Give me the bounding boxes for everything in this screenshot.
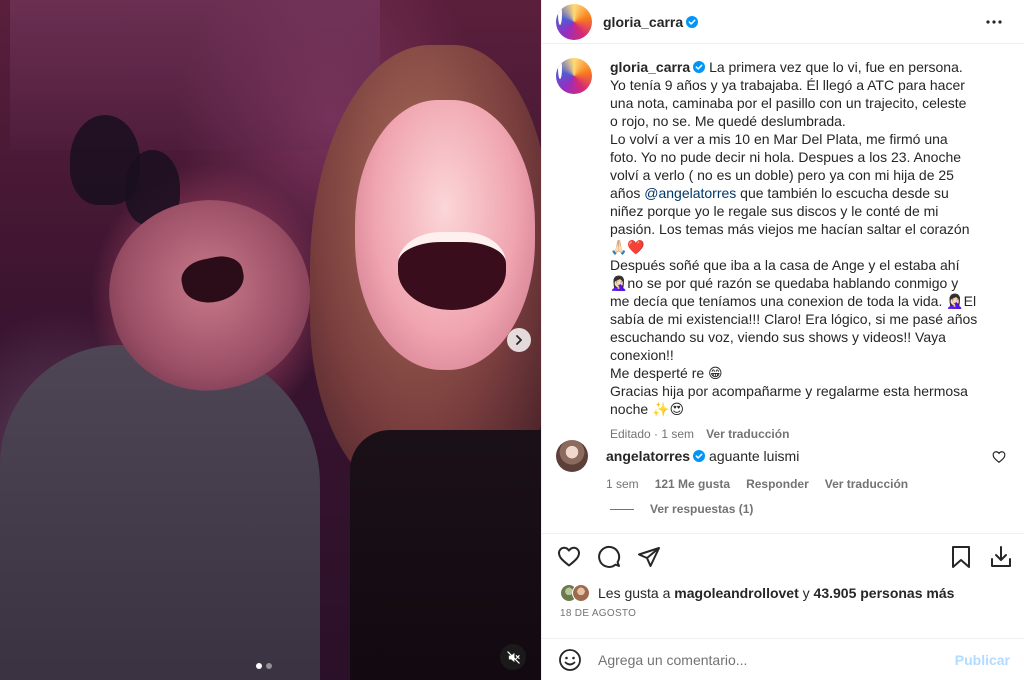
edited-label: Editado bbox=[610, 427, 651, 441]
heart-icon bbox=[558, 546, 580, 567]
post-media[interactable] bbox=[0, 0, 541, 680]
chevron-right-icon bbox=[516, 335, 522, 345]
comment-item: angelatorres aguante luismi 1 sem 121 Me … bbox=[556, 440, 1012, 493]
likes-count-link[interactable]: 43.905 personas más bbox=[814, 585, 955, 601]
comment-button[interactable] bbox=[596, 544, 622, 570]
liker-avatars[interactable] bbox=[560, 584, 590, 602]
post-sidebar: gloria_carra gloria_carra La primera vez… bbox=[541, 0, 1024, 680]
verified-badge-icon bbox=[693, 450, 706, 462]
post-date[interactable]: 18 DE AGOSTO bbox=[560, 608, 636, 619]
more-dots-icon bbox=[986, 19, 1002, 24]
caption-paragraph: Gracias hija por acompañarme y regalarme… bbox=[610, 382, 978, 418]
speaker-muted-icon bbox=[506, 650, 520, 664]
comment-likes-link[interactable]: 121 Me gusta bbox=[655, 475, 730, 493]
likes-middle: y bbox=[802, 585, 810, 601]
view-replies-button[interactable]: Ver respuestas (1) bbox=[610, 502, 753, 516]
comment-translate-link[interactable]: Ver traducción bbox=[825, 475, 908, 493]
comment-text: aguante luismi bbox=[709, 448, 800, 464]
comment-line: angelatorres aguante luismi bbox=[606, 447, 1012, 465]
photo-subject-right-top bbox=[350, 430, 541, 680]
caption-paragraph: Me desperté re 😁 bbox=[610, 364, 978, 382]
verified-badge-icon bbox=[693, 61, 706, 73]
photo-subject-right-mouth bbox=[398, 232, 506, 310]
caption-paragraph: Lo volví a ver a mis 10 en Mar Del Plata… bbox=[610, 130, 978, 256]
add-comment-bar: Publicar bbox=[542, 638, 1024, 680]
caption-mention-link[interactable]: @angelatorres bbox=[644, 185, 736, 201]
view-replies-line bbox=[610, 508, 634, 510]
photo-subject-left-shirt bbox=[0, 345, 320, 680]
mute-button[interactable] bbox=[500, 644, 526, 670]
caption-avatar[interactable] bbox=[556, 58, 592, 94]
comment-icon bbox=[598, 545, 621, 568]
commenter-username[interactable]: angelatorres bbox=[606, 448, 690, 464]
comment-like-heart-icon[interactable] bbox=[992, 450, 1006, 464]
post-caption: gloria_carra La primera vez que lo vi, f… bbox=[556, 58, 996, 443]
carousel-indicator bbox=[256, 663, 272, 669]
comment-body: angelatorres aguante luismi 1 sem 121 Me … bbox=[606, 440, 1012, 493]
author-avatar[interactable] bbox=[556, 3, 592, 40]
likes-user-link[interactable]: magoleandrollovet bbox=[674, 585, 798, 601]
caption-text: Después soñé que iba a la casa de Ange y… bbox=[610, 257, 978, 363]
carousel-next-button[interactable] bbox=[507, 328, 531, 352]
author-username[interactable]: gloria_carra bbox=[603, 14, 683, 30]
emoji-smiley-icon bbox=[559, 648, 581, 671]
caption-body: gloria_carra La primera vez que lo vi, f… bbox=[610, 58, 978, 443]
carousel-dot bbox=[266, 663, 272, 669]
caption-text: Me desperté re 😁 bbox=[610, 365, 723, 381]
comment-input[interactable] bbox=[598, 651, 938, 668]
publish-button[interactable]: Publicar bbox=[955, 652, 1010, 668]
more-options-button[interactable] bbox=[982, 10, 1006, 34]
likes-prefix: Les gusta a bbox=[598, 585, 671, 601]
emoji-button[interactable] bbox=[558, 648, 582, 672]
caption-paragraph: Después soñé que iba a la casa de Ange y… bbox=[610, 256, 978, 364]
post-header: gloria_carra bbox=[542, 0, 1024, 44]
save-button[interactable] bbox=[948, 544, 974, 570]
caption-paragraph: gloria_carra La primera vez que lo vi, f… bbox=[610, 58, 978, 130]
commenter-avatar[interactable] bbox=[556, 440, 588, 472]
caption-text: Gracias hija por acompañarme y regalarme… bbox=[610, 383, 968, 417]
comment-time[interactable]: 1 sem bbox=[606, 475, 639, 493]
caption-username[interactable]: gloria_carra bbox=[610, 59, 690, 75]
comment-reply-button[interactable]: Responder bbox=[746, 475, 809, 493]
caption-time: 1 sem bbox=[661, 427, 695, 441]
download-icon bbox=[991, 546, 1011, 567]
view-replies-label: Ver respuestas (1) bbox=[650, 502, 754, 516]
share-icon bbox=[638, 547, 660, 567]
download-button[interactable] bbox=[988, 544, 1014, 570]
comment-meta: 1 sem 121 Me gusta Responder Ver traducc… bbox=[606, 475, 1012, 493]
share-button[interactable] bbox=[636, 544, 662, 570]
bookmark-icon bbox=[952, 546, 970, 568]
liker-avatar bbox=[572, 584, 590, 602]
action-bar bbox=[542, 535, 1024, 579]
carousel-dot-active bbox=[256, 663, 262, 669]
verified-badge-icon bbox=[686, 15, 699, 28]
background-wall bbox=[10, 0, 380, 150]
likes-summary: Les gusta a magoleandrollovet y 43.905 p… bbox=[560, 584, 954, 602]
comments-section[interactable]: gloria_carra La primera vez que lo vi, f… bbox=[542, 44, 1024, 534]
like-button[interactable] bbox=[556, 544, 582, 570]
